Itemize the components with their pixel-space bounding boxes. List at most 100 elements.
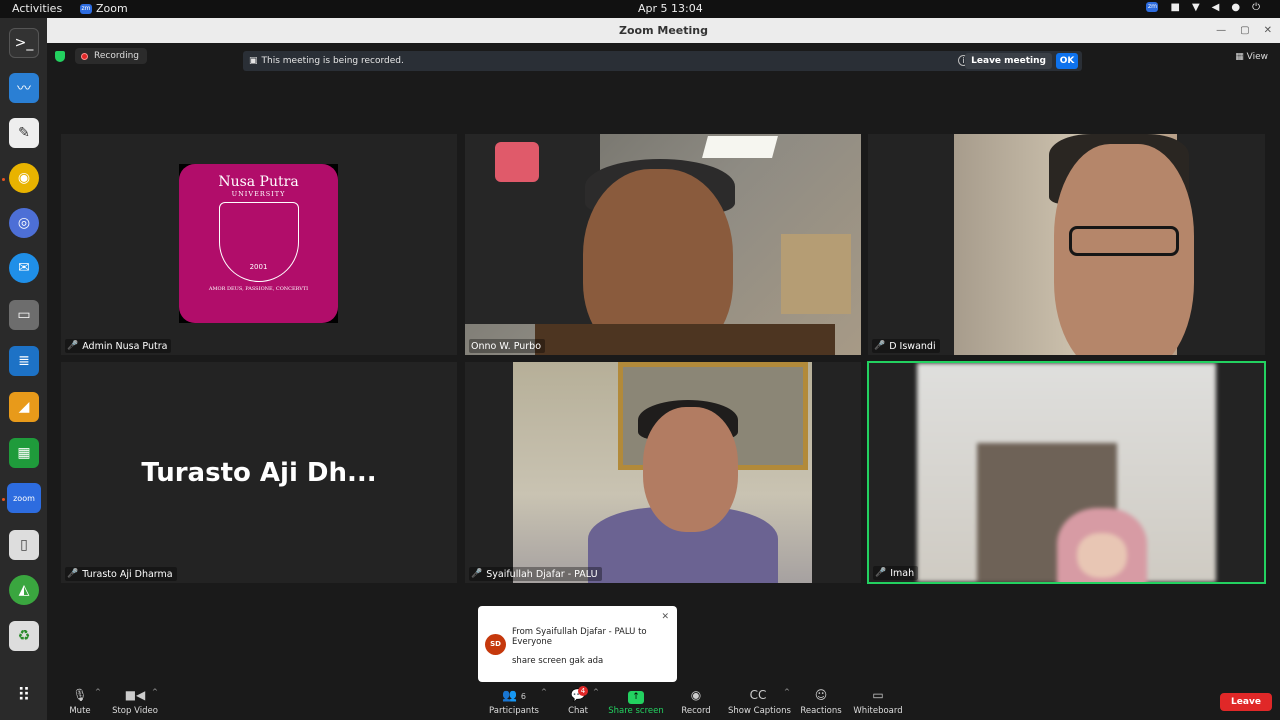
text-editor-icon[interactable]: ✎ [9,118,39,148]
participant-display-name: Turasto Aji Dh... [141,458,377,488]
zoom-tray-icon[interactable]: zm [1146,2,1159,12]
video-options-chevron-icon[interactable]: ^ [152,688,158,696]
participant-name: Imah [890,567,915,579]
participant-video [917,363,1216,582]
video-tile[interactable]: Nusa Putra UNIVERSITY 2001 AMOR DEUS, PA… [61,134,457,355]
system-top-bar: Activities zm Zoom Apr 5 13:04 zm ■ ▼ ◀ … [0,0,1280,18]
reactions-label: Reactions [800,706,842,716]
minimize-icon[interactable]: — [1216,18,1226,43]
whiteboard-icon: ▭ [872,688,884,702]
security-shield-icon[interactable] [55,51,65,62]
show-apps-icon[interactable]: ⠿ [9,680,39,710]
show-captions-label: Show Captions [728,706,791,716]
view-label: View [1246,52,1268,62]
participant-name-label: 🎤 Imah [873,566,919,580]
writer-icon[interactable]: ≣ [9,346,39,376]
maximize-icon[interactable]: ▢ [1240,18,1249,43]
reactions-icon: ☺ [814,688,828,702]
mic-muted-icon: 🎤 [67,341,79,351]
participant-video [465,134,861,355]
record-dot-icon [81,52,88,60]
zoom-window: Zoom Meeting — ▢ ✕ Recording ▣ This meet… [47,18,1280,720]
participant-name: Onno W. Purbo [471,340,542,352]
logo-motto: AMOR DEUS, PASSIONE, CONCERVTI [208,286,309,292]
mic-muted-icon: 🎤 [471,569,483,579]
zoom-dock-icon[interactable]: zoom [7,483,41,513]
system-tray[interactable]: zm ■ ▼ ◀ ● ⏻ [1146,2,1260,13]
app-menu[interactable]: zm Zoom [80,2,128,15]
recording-label: Recording [94,51,140,61]
chat-sender: From Syaifullah Djafar - PALU to Everyon… [512,627,647,647]
participants-button[interactable]: 👥 6 Participants [487,687,541,716]
recording-banner: ▣ This meeting is being recorded. i Leav… [243,51,1082,71]
window-titlebar[interactable]: Zoom Meeting — ▢ ✕ [47,18,1280,43]
clock[interactable]: Apr 5 13:04 [638,2,703,15]
view-button[interactable]: ▦ View [1235,52,1268,62]
whiteboard-button[interactable]: ▭ Whiteboard [853,687,903,716]
video-tile[interactable]: 🎤 D Iswandi [868,134,1265,355]
participants-label: Participants [489,706,539,716]
app-64-icon[interactable]: ◢ [9,392,39,422]
logo-year: 2001 [249,263,268,271]
thunderbird-icon[interactable]: ✉ [9,253,39,283]
share-screen-button[interactable]: ↑ Share screen [608,687,664,716]
mute-options-chevron-icon[interactable]: ^ [95,688,101,696]
video-tile[interactable]: Onno W. Purbo [465,134,861,355]
participant-count: 6 [520,692,526,701]
reactions-button[interactable]: ☺ Reactions [800,687,842,716]
participants-options-chevron-icon[interactable]: ^ [541,688,547,696]
record-button[interactable]: ◉ Record [681,687,711,716]
mute-label: Mute [69,706,91,716]
participant-name-label: 🎤 Syaifullah Djafar - PALU [469,567,602,581]
crest-icon: 2001 [218,202,299,282]
recording-camera-icon: ▣ [249,56,258,66]
grid-icon: ▦ [1235,52,1244,62]
show-captions-button[interactable]: CC Show Captions [728,687,791,716]
video-tile[interactable]: Turasto Aji Dh... 🎤 Turasto Aji Dharma [61,362,457,583]
ok-button[interactable]: OK [1056,53,1078,69]
system-monitor-icon[interactable]: 〰 [9,73,39,103]
participant-video [513,362,812,583]
leave-button[interactable]: Leave [1220,693,1272,711]
volume-icon: ◀ [1211,2,1220,13]
chat-button[interactable]: 💬 4 Chat [565,686,591,716]
activities-button[interactable]: Activities [12,2,62,15]
active-speaker-tile[interactable]: 🎤 Imah [867,361,1266,584]
power-icon: ⏻ [1252,2,1260,13]
trash-icon[interactable]: ♻ [9,621,39,651]
files-icon[interactable]: ▭ [9,300,39,330]
terminal-icon[interactable]: >_ [9,28,39,58]
avatar: SD [485,634,506,655]
video-tile[interactable]: 🎤 Syaifullah Djafar - PALU [465,362,861,583]
microphone-icon: ● [1231,2,1241,13]
participant-name-label: Onno W. Purbo [469,339,546,353]
device-icon[interactable]: ▯ [9,530,39,560]
chat-message: share screen gak ada [512,656,604,666]
close-icon[interactable]: ✕ [661,612,669,622]
leave-meeting-button[interactable]: Leave meeting [965,53,1052,69]
closed-captions-icon: CC [749,688,767,702]
logo-subtitle: UNIVERSITY [231,190,286,198]
close-icon[interactable]: ✕ [1264,18,1272,43]
whiteboard-label: Whiteboard [853,706,903,716]
share-screen-label: Share screen [608,706,664,716]
share-screen-icon: ↑ [628,691,644,704]
participant-name: D Iswandi [889,340,936,352]
chrome-icon[interactable]: ◉ [9,163,39,193]
chat-unread-badge: 4 [578,686,588,696]
mic-muted-icon: 🎤 [67,569,79,579]
browser-icon[interactable]: ◎ [9,208,39,238]
calc-icon[interactable]: ▦ [9,438,39,468]
app-name: Zoom [96,2,128,15]
captions-options-chevron-icon[interactable]: ^ [784,688,790,696]
chat-label: Chat [568,706,588,716]
maps-icon[interactable]: ◭ [9,575,39,605]
recording-indicator[interactable]: Recording [75,48,148,64]
camera-icon: ■ [1170,2,1180,13]
chat-notification[interactable]: ✕ SD From Syaifullah Djafar - PALU to Ev… [478,606,677,682]
mute-button[interactable]: 🎙 Mute [67,687,93,716]
participant-name: Admin Nusa Putra [82,340,168,352]
participants-icon: 👥 6 [502,688,526,702]
chat-options-chevron-icon[interactable]: ^ [593,688,599,696]
record-label: Record [681,706,711,716]
